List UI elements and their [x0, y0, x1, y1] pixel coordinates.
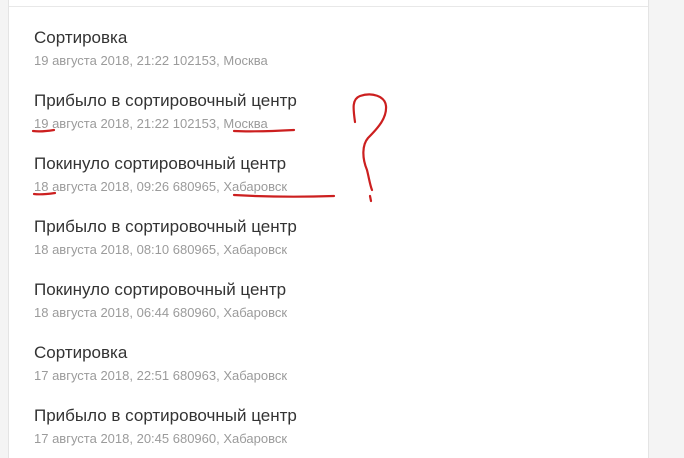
event-title: Прибыло в сортировочный центр	[34, 91, 297, 110]
event-meta: 18 августа 2018, 08:10 680965, Хабаровск	[34, 242, 288, 257]
event-meta: 19 августа 2018, 21:22 102153, Москва	[34, 116, 268, 131]
divider	[9, 6, 648, 7]
tracking-event: Покинуло сортировочный центр 18 августа …	[34, 154, 594, 194]
event-meta: 18 августа 2018, 06:44 680960, Хабаровск	[34, 305, 288, 320]
event-title: Сортировка	[34, 343, 128, 362]
event-meta: 17 августа 2018, 20:45 680960, Хабаровск	[34, 431, 288, 446]
event-title: Покинуло сортировочный центр	[34, 154, 287, 173]
event-meta: 18 августа 2018, 09:26 680965, Хабаровск	[34, 179, 288, 194]
tracking-event: Сортировка 19 августа 2018, 21:22 102153…	[34, 28, 594, 68]
tracking-event: Сортировка 17 августа 2018, 22:51 680963…	[34, 343, 594, 383]
event-title: Прибыло в сортировочный центр	[34, 406, 297, 425]
event-title: Покинуло сортировочный центр	[34, 280, 287, 299]
tracking-event: Покинуло сортировочный центр 18 августа …	[34, 280, 594, 320]
tracking-event: Прибыло в сортировочный центр 18 августа…	[34, 217, 594, 257]
tracking-history-panel: Сортировка 19 августа 2018, 21:22 102153…	[8, 0, 649, 458]
event-meta: 17 августа 2018, 22:51 680963, Хабаровск	[34, 368, 288, 383]
event-meta: 19 августа 2018, 21:22 102153, Москва	[34, 53, 268, 68]
tracking-event: Прибыло в сортировочный центр 17 августа…	[34, 406, 594, 446]
event-title: Сортировка	[34, 28, 128, 47]
event-title: Прибыло в сортировочный центр	[34, 217, 297, 236]
tracking-event: Прибыло в сортировочный центр 19 августа…	[34, 91, 594, 131]
